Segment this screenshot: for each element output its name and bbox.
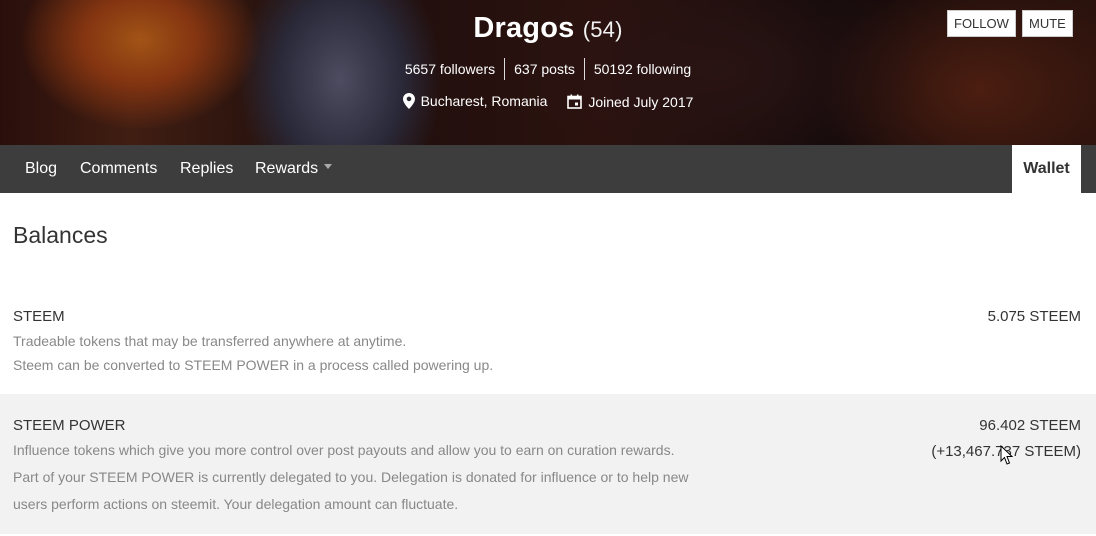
steem-description: Tradeable tokens that may be transferred… — [13, 333, 407, 349]
joined-text: Joined July 2017 — [588, 93, 694, 110]
tab-blog[interactable]: Blog — [25, 145, 57, 193]
profile-meta: Bucharest, Romania Joined July 2017 — [0, 93, 1096, 112]
mouse-pointer-icon — [1000, 445, 1014, 465]
map-pin-icon — [402, 93, 415, 109]
page-title: Balances — [13, 222, 108, 248]
steem-power-description-2: Part of your STEEM POWER is currently de… — [13, 469, 689, 485]
steem-power-description-3: users perform actions on steemit. Your d… — [13, 496, 459, 512]
calendar-icon — [567, 94, 583, 109]
steem-description-2: Steem can be converted to STEEM POWER in… — [13, 357, 494, 373]
followers-count[interactable]: 5657 followers — [396, 58, 504, 80]
balance-row-steem-power: STEEM POWER Influence tokens which give … — [0, 394, 1096, 534]
profile-header: Dragos (54) 5657 followers 637 posts 50192… — [0, 0, 1096, 145]
following-count[interactable]: 50192 following — [583, 58, 700, 80]
follow-button[interactable]: FOLLOW — [947, 10, 1016, 37]
profile-stats: 5657 followers 637 posts 50192 following — [0, 58, 1096, 80]
steem-power-label: STEEM POWER — [13, 417, 126, 434]
tab-replies[interactable]: Replies — [180, 145, 233, 193]
profile-title: Dragos (54) — [0, 12, 1096, 45]
steem-power-balance-dropdown[interactable]: 96.402 STEEM — [979, 417, 1081, 434]
location: Bucharest, Romania — [402, 93, 548, 109]
posts-count: 637 posts — [504, 58, 584, 80]
balance-row-steem: STEEM Tradeable tokens that may be trans… — [0, 300, 1096, 394]
steem-label: STEEM — [13, 308, 65, 325]
joined-date: Joined July 2017 — [567, 94, 693, 110]
chevron-down-icon — [324, 164, 333, 170]
tab-rewards-label: Rewards — [255, 160, 319, 177]
tab-comments[interactable]: Comments — [80, 145, 157, 193]
location-text: Bucharest, Romania — [420, 93, 548, 109]
steem-power-description: Influence tokens which give you more con… — [13, 442, 675, 458]
profile-name: Dragos — [473, 12, 575, 44]
reputation-score: (54) — [582, 17, 623, 42]
steem-balance-dropdown[interactable]: 5.075 STEEM — [988, 308, 1081, 325]
profile-nav: Blog Comments Replies Rewards — [0, 145, 1096, 193]
tab-rewards[interactable]: Rewards — [255, 145, 333, 193]
tab-wallet[interactable]: Wallet — [1012, 145, 1081, 193]
mute-button[interactable]: MUTE — [1022, 10, 1073, 37]
